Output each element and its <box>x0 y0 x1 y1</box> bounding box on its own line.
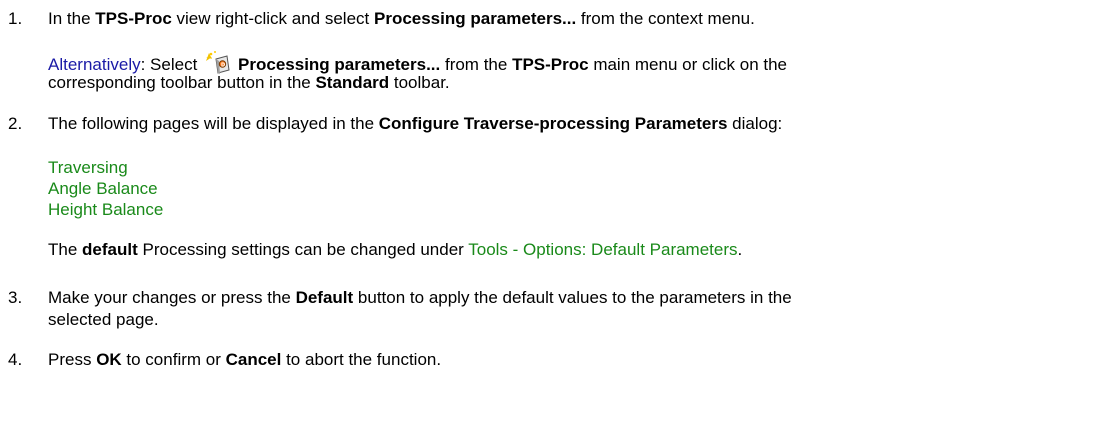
dialog-name: Configure Traverse-processing Parameters <box>378 114 728 133</box>
step-number: 2. <box>8 114 23 133</box>
help-page: 1. In the TPS-Proc view right-click and … <box>0 0 1109 434</box>
default-word: default <box>82 240 138 259</box>
page-link-traversing[interactable]: Traversing <box>48 157 128 178</box>
default-settings-note: The default Processing settings can be c… <box>48 240 743 259</box>
step-text: Make your changes or press the Default b… <box>48 288 792 307</box>
page-link-angle-balance[interactable]: Angle Balance <box>48 178 158 199</box>
step-number: 3. <box>8 288 23 307</box>
alternatively-note-line2: corresponding toolbar button in the Stan… <box>48 73 450 92</box>
toolbar-name: Standard <box>315 73 390 92</box>
step-text: Press OK to confirm or Cancel to abort t… <box>48 350 442 369</box>
menu-item-name: Processing parameters... <box>373 9 577 28</box>
step-number: 4. <box>8 350 23 369</box>
step-text: In the TPS-Proc view right-click and sel… <box>48 9 755 28</box>
step-number: 1. <box>8 9 23 28</box>
page-link-height-balance[interactable]: Height Balance <box>48 199 163 220</box>
cancel-button-name: Cancel <box>225 350 282 369</box>
view-name: TPS-Proc <box>95 9 172 28</box>
default-parameters-link[interactable]: Tools - Options: Default Parameters <box>468 240 737 259</box>
step-text: The following pages will be displayed in… <box>48 114 783 133</box>
step-3-line2: selected page. <box>48 310 159 329</box>
ok-button-name: OK <box>96 350 122 369</box>
alt-menu-name: TPS-Proc <box>512 55 589 74</box>
svg-text:D: D <box>221 63 225 69</box>
default-button-name: Default <box>295 288 354 307</box>
